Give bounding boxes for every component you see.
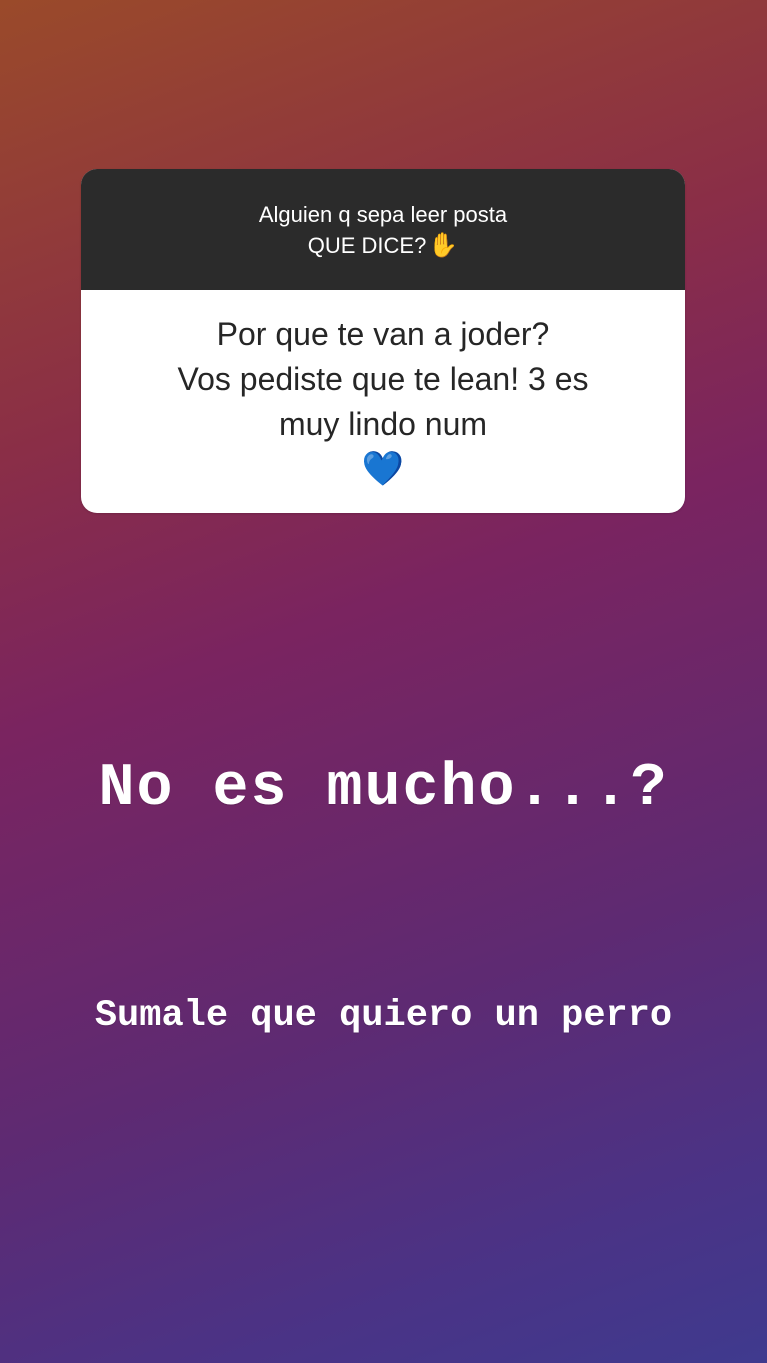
answer-line-3: muy lindo num 💙 bbox=[178, 402, 589, 492]
blue-heart-icon: 💙 bbox=[361, 449, 405, 488]
story-text-small: Sumale que quiero un perro bbox=[94, 995, 673, 1037]
question-header: Alguien q sepa leer posta QUE DICE?✋ bbox=[81, 169, 685, 290]
question-line-2-text: QUE DICE? bbox=[307, 232, 427, 258]
question-line-1: Alguien q sepa leer posta bbox=[258, 201, 508, 227]
answer-line-2: Vos pediste que te lean! 3 es bbox=[177, 360, 589, 397]
raised-hand-icon: ✋ bbox=[428, 231, 459, 259]
story-text-big: No es mucho...? bbox=[98, 755, 669, 823]
answer-line-1: Por que te van a joder? bbox=[216, 315, 550, 352]
question-sticker[interactable]: Alguien q sepa leer posta QUE DICE?✋ Por… bbox=[81, 169, 685, 513]
answer-line-3-text: muy lindo num bbox=[278, 405, 488, 442]
question-answer: Por que te van a joder? Vos pediste que … bbox=[81, 290, 685, 513]
question-line-2: QUE DICE?✋ bbox=[308, 230, 458, 261]
